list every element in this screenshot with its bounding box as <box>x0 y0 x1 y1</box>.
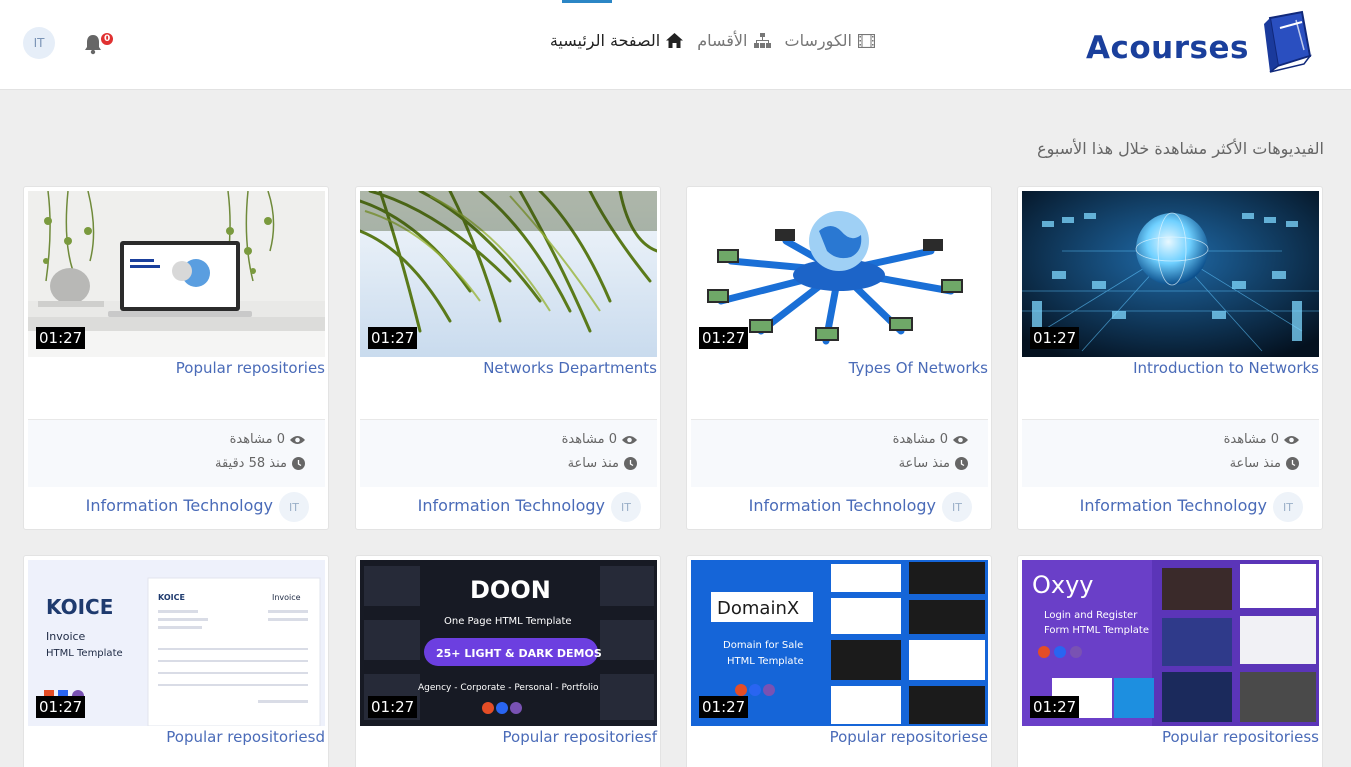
thumb-line2: Form HTML Template <box>1044 625 1149 636</box>
eye-icon <box>290 435 305 444</box>
video-title[interactable]: Popular repositoriess <box>1162 728 1319 746</box>
thumb-brand: Oxyy <box>1032 571 1094 599</box>
clock-icon <box>292 457 305 470</box>
site-logo[interactable]: Acourses <box>1086 10 1318 80</box>
views-stat: 0 مشاهدة <box>1224 432 1299 447</box>
video-duration: 01:27 <box>368 327 418 349</box>
video-duration: 01:27 <box>699 327 749 349</box>
thumb-doc-brand: KOICE <box>158 593 185 602</box>
eye-icon <box>622 435 637 444</box>
clock-icon <box>955 457 968 470</box>
time-stat: منذ ساعة <box>899 456 968 471</box>
author-name[interactable]: Information Technology <box>86 496 273 515</box>
clock-icon <box>624 457 637 470</box>
time-stat: منذ 58 دقيقة <box>215 456 305 471</box>
time-stat: منذ ساعة <box>1230 456 1299 471</box>
video-card[interactable]: DOON One Page HTML Template 25+ LIGHT & … <box>355 555 661 767</box>
video-title[interactable]: Introduction to Networks <box>1133 359 1319 377</box>
video-title[interactable]: Popular repositoriesd <box>166 728 325 746</box>
video-title[interactable]: Types Of Networks <box>849 359 988 377</box>
video-duration: 01:27 <box>1030 696 1080 718</box>
author-avatar: IT <box>611 492 641 522</box>
loading-bar <box>562 0 612 3</box>
video-stats: 0 مشاهدة منذ ساعة <box>360 419 657 487</box>
video-duration: 01:27 <box>36 327 86 349</box>
author-name[interactable]: Information Technology <box>749 496 936 515</box>
views-stat: 0 مشاهدة <box>562 432 637 447</box>
logo-text: Acourses <box>1086 30 1249 66</box>
notification-badge: 0 <box>101 33 114 45</box>
sitemap-icon <box>753 33 771 48</box>
top-navbar: Acourses الصفحة الرئيسية الأقسام الكورسا… <box>0 0 1351 90</box>
book-logo-icon <box>1264 10 1312 73</box>
video-card[interactable]: KOICE Invoice HTML Template KOICE Invoic… <box>23 555 329 767</box>
thumb-line1: Domain for Sale <box>723 640 803 651</box>
video-title[interactable]: Popular repositoriesf <box>503 728 657 746</box>
user-avatar[interactable]: IT <box>23 27 55 59</box>
thumb-line3: Agency - Corporate - Personal - Portfoli… <box>418 683 599 693</box>
eye-icon <box>953 435 968 444</box>
video-thumbnail[interactable]: 01:27 <box>1022 191 1319 357</box>
thumb-line1: Login and Register <box>1044 610 1138 621</box>
thumb-line1: Invoice <box>46 630 86 643</box>
video-thumbnail[interactable]: DOON One Page HTML Template 25+ LIGHT & … <box>360 560 657 726</box>
video-stats: 0 مشاهدة منذ 58 دقيقة <box>28 419 325 487</box>
nav-home-label: الصفحة الرئيسية <box>549 31 661 50</box>
time-stat: منذ ساعة <box>568 456 637 471</box>
video-stats: 0 مشاهدة منذ ساعة <box>1022 419 1319 487</box>
film-icon <box>858 33 875 48</box>
main-nav: الصفحة الرئيسية الأقسام الكورسات <box>550 31 875 50</box>
video-title[interactable]: Popular repositoriese <box>830 728 988 746</box>
thumb-brand: KOICE <box>46 595 113 619</box>
video-card[interactable]: 01:27 Introduction to Networks 0 مشاهدة … <box>1017 186 1323 530</box>
video-stats: 0 مشاهدة منذ ساعة <box>691 419 988 487</box>
video-thumbnail[interactable]: 01:27 <box>691 191 988 357</box>
video-title[interactable]: Popular repositories <box>176 359 325 377</box>
video-card[interactable]: Oxyy Login and Register Form HTML Templa… <box>1017 555 1323 767</box>
video-card[interactable]: DomainX Domain for Sale HTML Template 01… <box>686 555 992 767</box>
home-icon <box>666 33 684 48</box>
author-avatar: IT <box>279 492 309 522</box>
nav-courses-label: الكورسات <box>784 31 853 50</box>
nav-departments[interactable]: الأقسام <box>697 31 771 50</box>
video-thumbnail[interactable]: 01:27 <box>28 191 325 357</box>
thumb-doc-title: Invoice <box>272 593 301 602</box>
thumb-brand: DOON <box>470 576 551 604</box>
video-duration: 01:27 <box>1030 327 1080 349</box>
video-card[interactable]: 01:27 Types Of Networks 0 مشاهدة منذ ساع… <box>686 186 992 530</box>
thumb-line2: HTML Template <box>727 656 804 667</box>
thumb-brand: DomainX <box>717 598 799 619</box>
video-duration: 01:27 <box>36 696 86 718</box>
video-thumbnail[interactable]: KOICE Invoice HTML Template KOICE Invoic… <box>28 560 325 726</box>
nav-courses[interactable]: الكورسات <box>784 31 875 50</box>
video-card[interactable]: 01:27 Networks Departments 0 مشاهدة منذ … <box>355 186 661 530</box>
views-stat: 0 مشاهدة <box>893 432 968 447</box>
video-thumbnail[interactable]: DomainX Domain for Sale HTML Template 01… <box>691 560 988 726</box>
video-thumbnail[interactable]: Oxyy Login and Register Form HTML Templa… <box>1022 560 1319 726</box>
clock-icon <box>1286 457 1299 470</box>
views-stat: 0 مشاهدة <box>230 432 305 447</box>
author-row[interactable]: IT Information Technology <box>1022 487 1319 527</box>
nav-home[interactable]: الصفحة الرئيسية <box>549 31 684 50</box>
eye-icon <box>1284 435 1299 444</box>
video-card[interactable]: 01:27 Popular repositories 0 مشاهدة منذ … <box>23 186 329 530</box>
author-avatar: IT <box>942 492 972 522</box>
thumb-line2: HTML Template <box>46 648 123 659</box>
thumb-line1: One Page HTML Template <box>444 616 572 627</box>
thumb-line2: 25+ LIGHT & DARK DEMOS <box>436 647 602 660</box>
video-title[interactable]: Networks Departments <box>483 359 657 377</box>
author-name[interactable]: Information Technology <box>418 496 605 515</box>
author-row[interactable]: IT Information Technology <box>28 487 325 527</box>
author-avatar: IT <box>1273 492 1303 522</box>
section-title: الفيديوهات الأكثر مشاهدة خلال هذا الأسبو… <box>1037 139 1324 158</box>
author-name[interactable]: Information Technology <box>1080 496 1267 515</box>
author-row[interactable]: IT Information Technology <box>360 487 657 527</box>
video-duration: 01:27 <box>699 696 749 718</box>
nav-departments-label: الأقسام <box>697 31 748 50</box>
author-row[interactable]: IT Information Technology <box>691 487 988 527</box>
video-duration: 01:27 <box>368 696 418 718</box>
video-thumbnail[interactable]: 01:27 <box>360 191 657 357</box>
